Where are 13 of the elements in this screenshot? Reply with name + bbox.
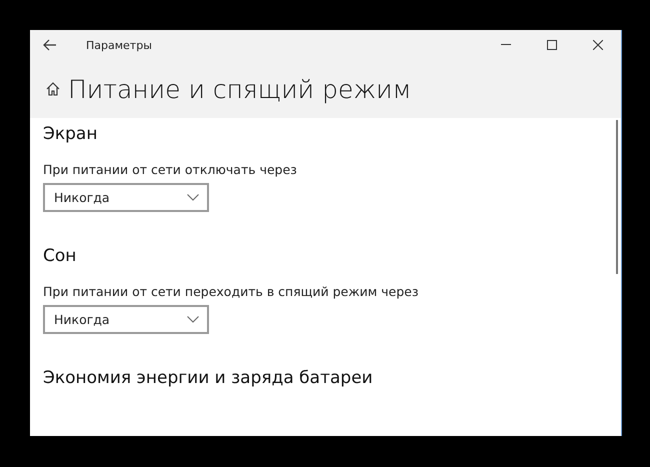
section-heading: Экономия энергии и заряда батареи bbox=[43, 368, 374, 388]
chevron-icon bbox=[187, 316, 199, 323]
setting-label: При питании от сети отключать через bbox=[43, 162, 298, 177]
scrollbar[interactable] bbox=[616, 120, 618, 274]
window-title: Параметры bbox=[86, 38, 153, 52]
section-heading: Экран bbox=[43, 124, 98, 144]
page-title: Питание и спящий режим bbox=[68, 74, 412, 104]
home-icon[interactable] bbox=[46, 82, 60, 96]
chevron-icon bbox=[187, 194, 199, 201]
dropdown[interactable]: Никогда bbox=[43, 183, 209, 212]
dropdown[interactable]: Никогда bbox=[43, 305, 209, 334]
setting-label: При питании от сети переходить в спящий режим через bbox=[43, 284, 420, 299]
section-heading: Сон bbox=[43, 246, 78, 266]
